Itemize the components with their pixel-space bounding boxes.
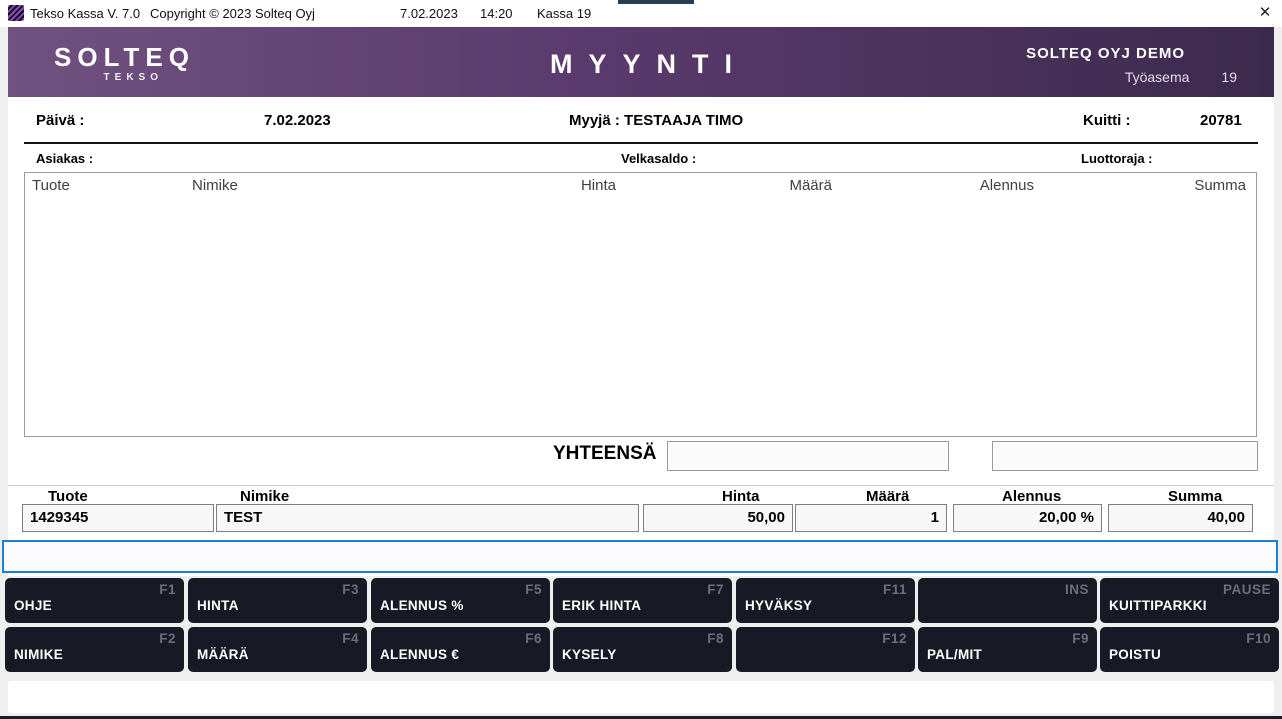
alennus-eur-button[interactable]: ALENNUS €F6 xyxy=(371,627,550,672)
pal-mit-button[interactable]: PAL/MITF9 xyxy=(918,627,1097,672)
cashier-value: TESTAAJA TIMO xyxy=(624,112,743,129)
credit-limit-label: Luottoraja : xyxy=(1081,151,1153,166)
col-nimike: Nimike xyxy=(192,177,238,194)
poistu-button[interactable]: POISTUF10 xyxy=(1100,627,1279,672)
entry-label-hinta: Hinta xyxy=(722,488,760,505)
nimike-button[interactable]: NIMIKEF2 xyxy=(5,627,184,672)
entry-label-summa: Summa xyxy=(1168,488,1222,505)
app-window: Tekso Kassa V. 7.0 Copyright © 2023 Solt… xyxy=(0,0,1282,719)
items-table: Tuote Nimike Hinta Määrä Alennus Summa xyxy=(24,172,1257,437)
nimike-field[interactable]: TEST xyxy=(216,504,639,532)
receipt-number: 20781 xyxy=(1200,112,1242,129)
close-icon[interactable]: ✕ xyxy=(1254,3,1276,23)
tuote-field[interactable]: 1429345 xyxy=(22,504,214,532)
kuittiparkki-button[interactable]: KUITTIPARKKIPAUSE xyxy=(1100,578,1279,623)
workstation-number: 19 xyxy=(1221,69,1237,85)
workstation-label: Työasema xyxy=(1125,69,1190,85)
total-secondary-box xyxy=(992,441,1258,471)
titlebar: Tekso Kassa V. 7.0 Copyright © 2023 Solt… xyxy=(0,0,1282,27)
titlebar-copyright: Copyright © 2023 Solteq Oyj xyxy=(150,6,315,21)
titlebar-register: Kassa 19 xyxy=(537,6,591,21)
receipt-label: Kuitti : xyxy=(1083,112,1130,129)
summa-field[interactable]: 40,00 xyxy=(1108,504,1253,532)
ins-button[interactable]: INS xyxy=(918,578,1097,623)
entry-label-tuote: Tuote xyxy=(48,488,88,505)
col-hinta: Hinta xyxy=(581,177,616,194)
customer-label: Asiakas : xyxy=(36,151,93,166)
entry-label-nimike: Nimike xyxy=(240,488,289,505)
status-bar xyxy=(8,681,1274,713)
maara-field[interactable]: 1 xyxy=(795,504,947,532)
f12-button[interactable]: F12 xyxy=(736,627,915,672)
company-name: SOLTEQ OYJ DEMO xyxy=(1026,45,1185,62)
cashier-label: Myyjä : TESTAAJA TIMO xyxy=(569,112,743,129)
titlebar-date: 7.02.2023 xyxy=(400,6,458,21)
col-summa: Summa xyxy=(1194,177,1246,194)
app-icon xyxy=(8,5,24,21)
ohje-button[interactable]: OHJEF1 xyxy=(5,578,184,623)
date-value: 7.02.2023 xyxy=(264,112,331,129)
titlebar-app-title: Tekso Kassa V. 7.0 xyxy=(30,6,140,21)
titlebar-time: 14:20 xyxy=(480,6,513,21)
hinta-field[interactable]: 50,00 xyxy=(643,504,793,532)
erik-hinta-button[interactable]: ERIK HINTAF7 xyxy=(553,578,732,623)
entry-label-maara: Määrä xyxy=(866,488,909,505)
date-label: Päivä : xyxy=(36,112,84,129)
entry-label-alennus: Alennus xyxy=(1002,488,1061,505)
total-amount-box xyxy=(667,441,949,471)
command-input[interactable] xyxy=(2,540,1278,573)
col-alennus: Alennus xyxy=(980,177,1034,194)
hyvaksy-button[interactable]: HYVÄKSYF11 xyxy=(736,578,915,623)
hinta-button[interactable]: HINTAF3 xyxy=(188,578,367,623)
debt-label: Velkasaldo : xyxy=(621,151,696,166)
alennus-field[interactable]: 20,00 % xyxy=(953,504,1102,532)
maara-button[interactable]: MÄÄRÄF4 xyxy=(188,627,367,672)
kysely-button[interactable]: KYSELYF8 xyxy=(553,627,732,672)
col-tuote: Tuote xyxy=(32,177,70,194)
alennus-pct-button[interactable]: ALENNUS %F5 xyxy=(371,578,550,623)
total-label: YHTEENSÄ xyxy=(553,443,656,465)
divider xyxy=(24,142,1258,144)
workstation-info: Työasema 19 xyxy=(1125,69,1237,85)
sale-header: SOLTEQ TEKSO MYYNTI SOLTEQ OYJ DEMO Työa… xyxy=(8,27,1274,97)
background-window-strip xyxy=(618,0,694,4)
divider xyxy=(8,485,1274,486)
col-maara: Määrä xyxy=(789,177,832,194)
